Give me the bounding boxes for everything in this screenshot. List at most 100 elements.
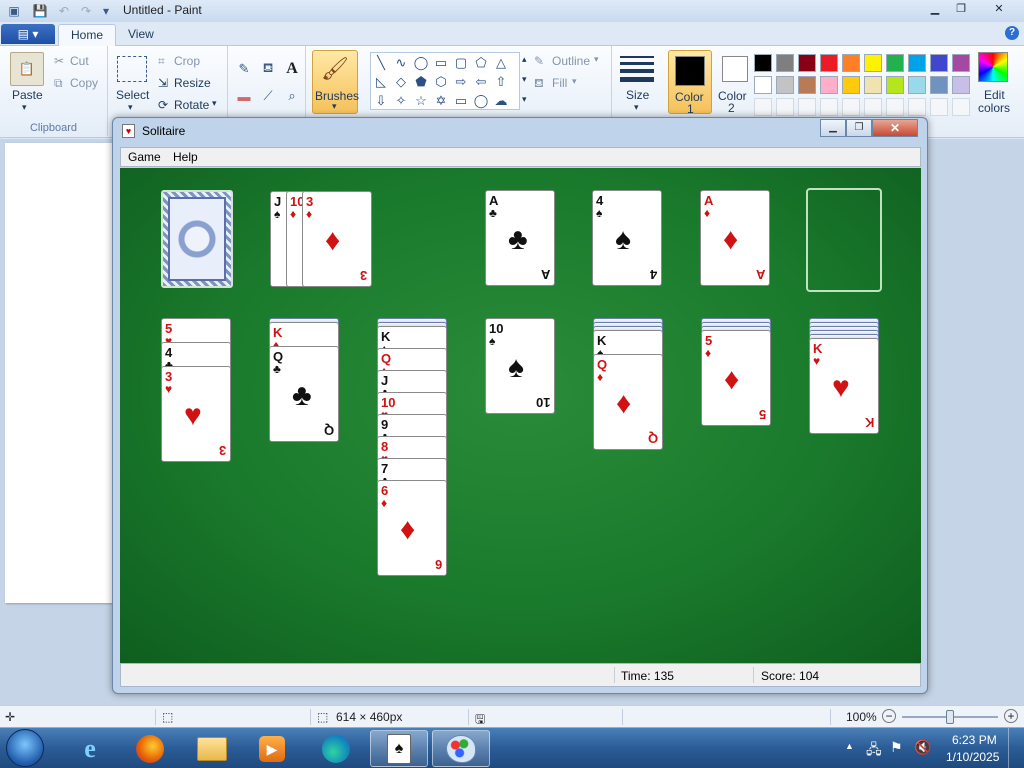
size-dropdown-icon[interactable]: ▾ [634,102,639,113]
brushes-button[interactable]: 🖌 Brushes ▾ [312,50,359,114]
palette-swatch[interactable] [798,76,816,94]
palette-swatch[interactable] [908,76,926,94]
size-icon[interactable] [620,56,654,82]
palette-swatch[interactable] [952,76,970,94]
taskbar-solitaire-button[interactable]: ♠ [370,730,428,767]
right-arrow-shape-icon[interactable]: ⇨ [451,72,471,91]
quick-access-dropdown-icon[interactable]: ▾ [98,3,114,19]
taskbar-edge-button[interactable] [307,730,365,767]
paint-menu-button[interactable]: ▤ ▾ [1,24,55,44]
foundation-card[interactable]: A ♦ ♦ A [700,190,770,286]
show-desktop-button[interactable] [1008,728,1024,768]
menu-game[interactable]: Game [128,150,161,164]
edit-colors-label-1[interactable]: Edit [984,88,1005,102]
show-hidden-icons-button[interactable]: ▲ [845,741,854,751]
shapes-scroll-down-icon[interactable]: ▾ [522,74,527,85]
volume-muted-icon[interactable]: 🔇 [914,739,931,756]
palette-swatch[interactable] [798,98,816,116]
up-arrow-shape-icon[interactable]: ⇧ [491,72,511,91]
shapes-scroll-up-icon[interactable]: ▴ [522,54,527,65]
clock-date[interactable]: 1/10/2025 [946,750,999,764]
rounded-rect-shape-icon[interactable]: ▢ [451,53,471,72]
redo-icon[interactable]: ↷ [78,3,94,19]
clock-time[interactable]: 6:23 PM [952,733,997,747]
select-button[interactable]: Select [116,88,149,102]
taskbar-ie-button[interactable]: e [61,730,119,767]
right-triangle-shape-icon[interactable]: ◺ [371,72,391,91]
foundation-empty-slot[interactable] [806,188,882,292]
palette-swatch[interactable] [776,54,794,72]
text-tool-icon[interactable]: A [282,59,302,79]
oval-shape-icon[interactable]: ◯ [411,53,431,72]
palette-swatch[interactable] [886,76,904,94]
palette-swatch[interactable] [798,54,816,72]
fill-dropdown-icon[interactable]: ▾ [572,76,577,87]
triangle-shape-icon[interactable]: △ [491,53,511,72]
start-button[interactable] [6,729,44,767]
zoom-slider-thumb[interactable] [946,710,954,724]
outline-dropdown-icon[interactable]: ▾ [594,54,599,65]
eraser-icon[interactable]: ▬ [234,86,254,106]
stock-pile[interactable] [161,190,233,288]
zoom-out-button[interactable]: − [882,709,896,723]
cut-button[interactable]: Cut [70,54,89,68]
paste-icon[interactable]: 📋 [10,52,44,86]
polygon-shape-icon[interactable]: ⬠ [471,53,491,72]
action-center-flag-icon[interactable]: ⚑ [890,739,903,756]
palette-swatch[interactable] [864,54,882,72]
taskbar-media-player-button[interactable]: ▶ [243,730,301,767]
palette-swatch[interactable] [776,76,794,94]
undo-icon[interactable]: ↶ [56,3,72,19]
palette-swatch[interactable] [754,98,772,116]
color1-button[interactable]: Color 1 [668,50,712,116]
palette-swatch[interactable] [930,76,948,94]
edit-colors-icon[interactable] [978,52,1008,82]
foundation-card[interactable]: A ♣ ♣ A [485,190,555,286]
five-point-star-icon[interactable]: ☆ [411,91,431,110]
paste-button[interactable]: Paste [12,88,43,102]
copy-button[interactable]: Copy [70,76,98,90]
palette-swatch[interactable] [886,98,904,116]
palette-swatch[interactable] [930,98,948,116]
solitaire-app-icon[interactable]: ♥ [122,124,135,138]
paint-app-icon[interactable]: ▣ [6,3,22,19]
tableau-card[interactable]: Q ♦ ♦ Q [593,354,663,450]
curve-shape-icon[interactable]: ∿ [391,53,411,72]
tableau-card[interactable]: 6 ♦ ♦ 6 [377,480,447,576]
palette-swatch[interactable] [886,54,904,72]
menu-help[interactable]: Help [173,150,198,164]
paint-close-button[interactable]: ✕ [986,0,1012,18]
select-icon[interactable] [117,56,147,82]
tableau-card[interactable]: K ♥ ♥ K [809,338,879,434]
palette-swatch[interactable] [820,98,838,116]
palette-swatch[interactable] [952,98,970,116]
foundation-card[interactable]: 4 ♠ ♠ 4 [592,190,662,286]
shapes-more-icon[interactable]: ▾ [522,94,527,105]
color-picker-icon[interactable]: ⟋ [258,86,278,106]
palette-swatch[interactable] [820,76,838,94]
palette-swatch[interactable] [864,76,882,94]
palette-swatch[interactable] [930,54,948,72]
palette-swatch[interactable] [842,98,860,116]
taskbar-firefox-button[interactable] [121,730,179,767]
palette-swatch[interactable] [908,98,926,116]
solitaire-close-button[interactable]: ✕ [872,119,918,137]
network-icon[interactable]: 🖧 [866,739,882,763]
palette-swatch[interactable] [842,54,860,72]
select-dropdown-icon[interactable]: ▾ [128,102,133,113]
rectangle-shape-icon[interactable]: ▭ [431,53,451,72]
palette-swatch[interactable] [908,54,926,72]
pencil-icon[interactable]: ✎ [234,59,254,79]
magnifier-icon[interactable]: ⌕ [282,86,302,106]
save-icon[interactable]: 💾 [32,3,48,19]
pentagon-shape-icon[interactable]: ⬟ [411,72,431,91]
palette-swatch[interactable] [952,54,970,72]
palette-swatch[interactable] [754,76,772,94]
zoom-in-button[interactable]: + [1004,709,1018,723]
tab-view[interactable]: View [116,24,166,46]
four-point-star-icon[interactable]: ✧ [391,91,411,110]
outline-button[interactable]: Outline [552,54,590,68]
tableau-card[interactable]: Q ♣ ♣ Q [269,346,339,442]
resize-button[interactable]: Resize [174,76,211,90]
paint-maximize-button[interactable]: ❐ [948,0,974,18]
